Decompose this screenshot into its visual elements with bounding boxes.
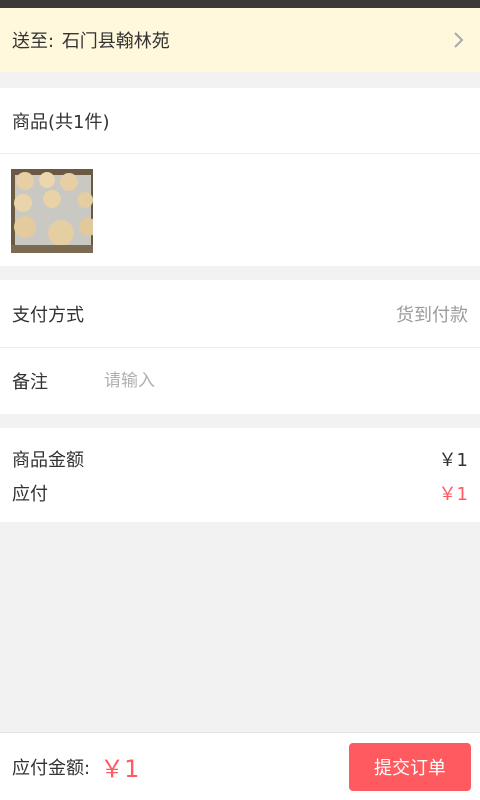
remark-row: 备注 [0, 347, 480, 414]
amount-summary: 商品金额 ￥1 应付 ￥1 [0, 428, 480, 522]
address-label: 送至: [12, 31, 55, 52]
goods-section: 商品(共1件) [0, 88, 480, 266]
payment-method-value: 货到付款 [396, 304, 468, 326]
payment-method-label: 支付方式 [12, 304, 84, 326]
submit-order-button[interactable]: 提交订单 [349, 742, 471, 791]
remark-label: 备注 [12, 372, 48, 393]
payment-section: 支付方式 货到付款 备注 [0, 280, 480, 414]
chevron-right-icon[interactable] [450, 31, 468, 49]
checkout-bar: 应付金额: ￥1 提交订单 [0, 732, 480, 800]
delivery-address: 送至: 石门县翰林苑 [12, 27, 450, 53]
goods-amount-label: 商品金额 [12, 450, 84, 471]
remark-input[interactable] [104, 371, 468, 391]
delivery-address-bar[interactable]: 送至: 石门县翰林苑 [0, 8, 480, 72]
goods-image-list [0, 154, 480, 266]
goods-amount-value: ￥1 [438, 450, 468, 471]
payable-label: 应付 [12, 484, 48, 505]
payable-value: ￥1 [438, 484, 468, 505]
status-bar-strip [0, 0, 480, 8]
product-thumbnail[interactable] [11, 169, 93, 253]
goods-amount-row: 商品金额 ￥1 [12, 442, 468, 476]
payment-method-row[interactable]: 支付方式 货到付款 [0, 280, 480, 347]
total-label: 应付金额: [12, 757, 91, 779]
goods-count-header: 商品(共1件) [0, 88, 480, 154]
total-amount: ￥1 [100, 755, 140, 783]
payable-row: 应付 ￥1 [12, 476, 468, 510]
address-value: 石门县翰林苑 [61, 31, 170, 52]
